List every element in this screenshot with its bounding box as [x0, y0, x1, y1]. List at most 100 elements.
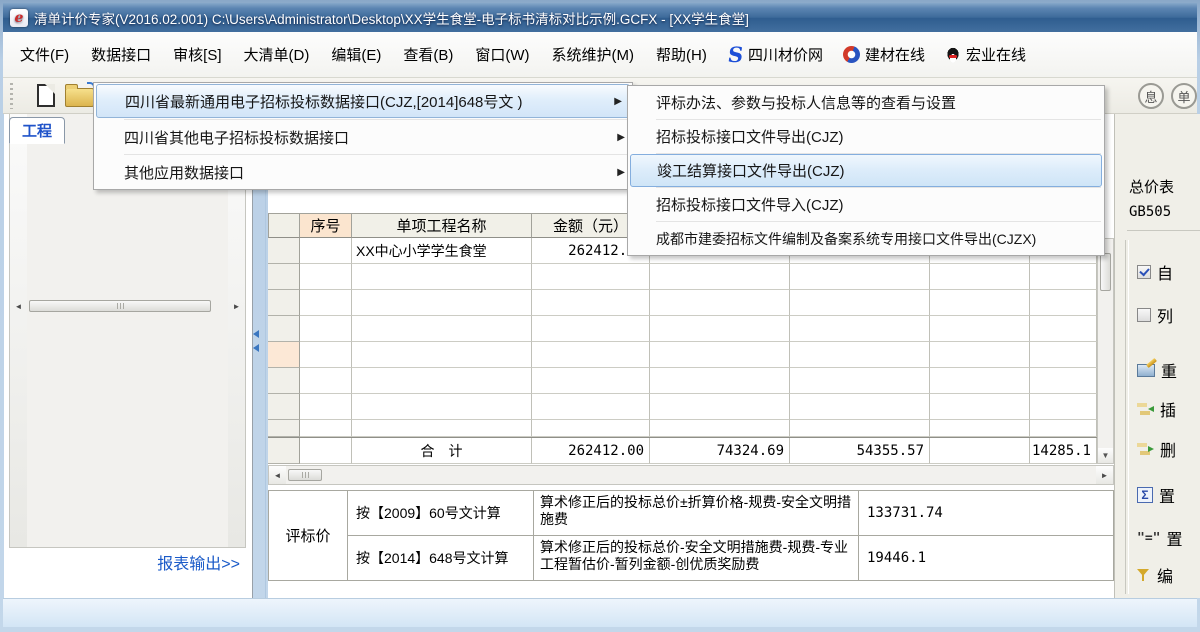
row-header-cell[interactable] — [268, 368, 300, 394]
table-cell[interactable] — [930, 264, 1030, 290]
insert-button[interactable]: 插 — [1137, 397, 1176, 421]
scroll-down-icon[interactable]: ▼ — [1098, 448, 1113, 463]
list-circle-button[interactable]: 单 — [1171, 83, 1197, 109]
table-cell[interactable] — [790, 290, 930, 316]
collapse-left-icon[interactable] — [253, 330, 259, 338]
scroll-left-icon[interactable]: ◄ — [269, 466, 286, 484]
row-header-cell[interactable] — [268, 264, 300, 290]
menu-item-other-app-interface[interactable]: 其他应用数据接口 ▶ — [94, 155, 632, 189]
table-cell[interactable] — [650, 316, 790, 342]
menu-item-latest-interface[interactable]: 四川省最新通用电子招标投标数据接口(CJZ,[2014]648号文 ) ▶ — [96, 84, 630, 118]
table-cell[interactable] — [930, 316, 1030, 342]
table-cell[interactable] — [300, 394, 352, 420]
open-file-button[interactable] — [65, 88, 94, 107]
menu-item-other-sichuan-interface[interactable]: 四川省其他电子招标投标数据接口 ▶ — [94, 120, 632, 154]
project-name-cell[interactable]: XX中心小学学生食堂 — [352, 238, 532, 264]
tab-project[interactable]: 工程 — [9, 117, 65, 144]
table-cell[interactable] — [532, 316, 650, 342]
row-header-cell[interactable] — [268, 290, 300, 316]
menu-maintenance[interactable]: 系统维护(M) — [541, 38, 646, 71]
table-cell[interactable] — [650, 342, 790, 368]
corner-header-cell[interactable] — [268, 213, 300, 238]
menu-help[interactable]: 帮助(H) — [645, 38, 718, 71]
menu-file[interactable]: 文件(F) — [9, 38, 80, 71]
table-cell[interactable] — [790, 368, 930, 394]
table-cell[interactable] — [930, 342, 1030, 368]
table-cell[interactable] — [532, 290, 650, 316]
filter-edit-button[interactable]: 编 — [1137, 563, 1173, 587]
table-cell[interactable] — [352, 368, 532, 394]
table-cell[interactable] — [930, 420, 1030, 437]
table-cell[interactable] — [1030, 420, 1097, 437]
table-cell[interactable] — [930, 368, 1030, 394]
table-cell[interactable] — [930, 394, 1030, 420]
table-vertical-scrollbar[interactable]: ▼ — [1097, 238, 1114, 464]
table-cell[interactable] — [930, 290, 1030, 316]
table-cell[interactable] — [1030, 264, 1097, 290]
table-cell[interactable] — [650, 264, 790, 290]
submenu-item-chengdu-export[interactable]: 成都市建委招标文件编制及备案系统专用接口文件导出(CJZX) — [628, 222, 1104, 255]
table-cell[interactable] — [790, 342, 930, 368]
table-cell[interactable] — [1030, 368, 1097, 394]
table-cell[interactable] — [352, 420, 532, 437]
table-cell[interactable] — [300, 342, 352, 368]
equals-set-button[interactable]: "=" 置 — [1137, 526, 1183, 550]
table-cell[interactable] — [352, 290, 532, 316]
table-cell[interactable] — [532, 342, 650, 368]
menu-view[interactable]: 查看(B) — [392, 38, 464, 71]
scroll-right-icon[interactable]: ► — [1096, 466, 1113, 484]
sum-set-button[interactable]: Σ 置 — [1137, 483, 1175, 507]
table-cell[interactable] — [352, 394, 532, 420]
table-cell[interactable] — [300, 420, 352, 437]
menu-edit[interactable]: 编辑(E) — [320, 38, 392, 71]
column-header-name[interactable]: 单项工程名称 — [352, 213, 532, 238]
row-header-cell[interactable] — [268, 316, 300, 342]
table-cell[interactable] — [1030, 290, 1097, 316]
submenu-item-bid-import[interactable]: 招标投标接口文件导入(CJZ) — [628, 188, 1104, 221]
table-cell[interactable] — [532, 394, 650, 420]
table-cell[interactable] — [300, 368, 352, 394]
collapse-left-icon[interactable] — [253, 344, 259, 352]
table-cell[interactable] — [352, 342, 532, 368]
table-cell[interactable] — [650, 420, 790, 437]
recalculate-button[interactable]: 重 — [1137, 358, 1177, 382]
checkbox-checked-icon[interactable] — [1137, 265, 1151, 279]
new-file-button[interactable] — [37, 84, 55, 107]
checkbox-unchecked-icon[interactable] — [1137, 308, 1151, 322]
table-cell[interactable] — [650, 394, 790, 420]
sichuan-material-price-link[interactable]: S 四川材价网 — [718, 44, 833, 65]
scrollbar-thumb[interactable] — [29, 300, 211, 312]
table-cell[interactable] — [1030, 342, 1097, 368]
table-cell[interactable] — [532, 420, 650, 437]
report-output-link[interactable]: 报表输出>> — [157, 550, 240, 574]
submenu-item-settlement-export[interactable]: 竣工结算接口文件导出(CJZ) — [630, 154, 1102, 187]
table-cell[interactable] — [300, 316, 352, 342]
menu-audit[interactable]: 审核[S] — [162, 38, 232, 71]
scrollbar-thumb[interactable] — [1100, 253, 1111, 291]
table-cell[interactable] — [532, 264, 650, 290]
table-horizontal-scrollbar[interactable]: ◄ ► — [268, 465, 1114, 485]
table-cell[interactable] — [300, 290, 352, 316]
menu-big-list[interactable]: 大清单(D) — [233, 38, 321, 71]
table-cell[interactable] — [352, 264, 532, 290]
row-header-cell-highlighted[interactable] — [268, 342, 300, 368]
menu-window[interactable]: 窗口(W) — [464, 38, 540, 71]
hongye-online-link[interactable]: 宏业在线 — [935, 44, 1036, 65]
scroll-left-icon[interactable]: ◄ — [10, 114, 27, 547]
column-checkbox[interactable]: 列 — [1137, 303, 1173, 327]
table-cell[interactable] — [790, 264, 930, 290]
submenu-item-evaluation-settings[interactable]: 评标办法、参数与投标人信息等的查看与设置 — [628, 86, 1104, 119]
table-cell[interactable] — [1030, 394, 1097, 420]
table-cell[interactable] — [1030, 316, 1097, 342]
delete-button[interactable]: 删 — [1137, 437, 1176, 461]
row-header-cell[interactable] — [268, 238, 300, 264]
scrollbar-thumb[interactable] — [288, 469, 322, 481]
table-cell[interactable] — [650, 290, 790, 316]
building-material-online-link[interactable]: 建材在线 — [833, 44, 935, 65]
table-cell[interactable] — [790, 420, 930, 437]
menu-data-interface[interactable]: 数据接口 — [80, 38, 162, 71]
table-cell[interactable] — [300, 238, 352, 264]
table-cell[interactable] — [650, 368, 790, 394]
auto-checkbox[interactable]: 自 — [1137, 260, 1173, 284]
row-header-cell[interactable] — [268, 394, 300, 420]
